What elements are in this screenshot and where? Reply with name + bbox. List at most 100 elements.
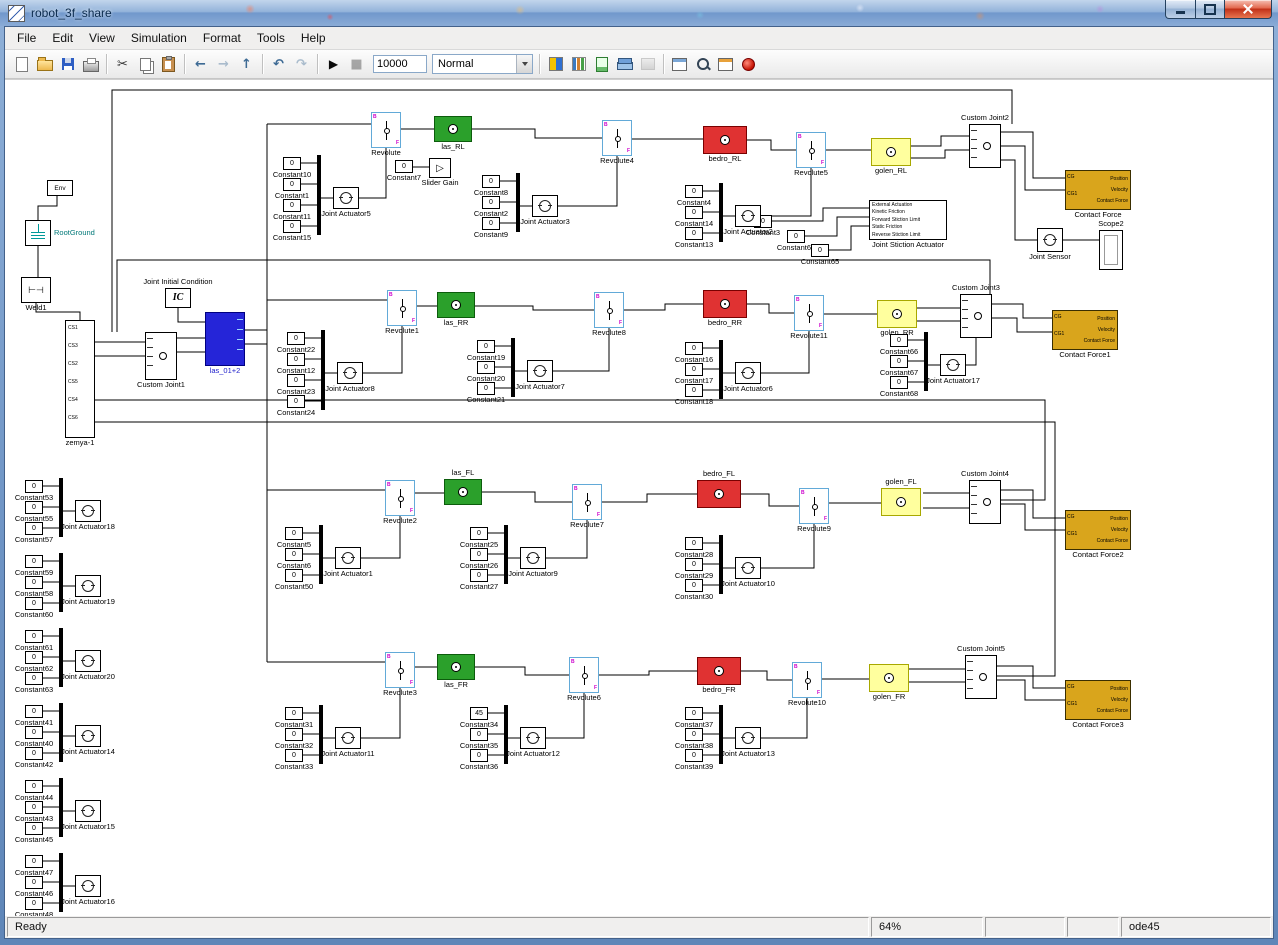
signal-wire[interactable] <box>178 308 205 322</box>
signal-wire[interactable] <box>966 338 976 365</box>
block-constant17[interactable]: 0 <box>685 363 703 376</box>
block-joint-actuator17[interactable] <box>940 354 966 376</box>
block-constant20[interactable]: 0 <box>477 361 495 374</box>
menu-edit[interactable]: Edit <box>44 29 81 47</box>
signal-wire[interactable] <box>761 698 807 738</box>
signal-wire[interactable] <box>761 524 814 568</box>
block-joint-actuator5[interactable] <box>333 187 359 209</box>
paste-button[interactable] <box>158 53 179 75</box>
block-joint-stiction-actuator[interactable]: External ActuationKinetic FrictionForwar… <box>869 200 947 240</box>
signal-wire[interactable] <box>558 156 617 206</box>
menu-simulation[interactable]: Simulation <box>123 29 195 47</box>
block-mux[interactable] <box>59 703 63 762</box>
block-mux[interactable] <box>719 183 723 242</box>
block-constant30[interactable]: 0 <box>685 579 703 592</box>
block-constant43[interactable]: 0 <box>25 801 43 814</box>
signal-wire[interactable] <box>747 140 796 150</box>
block-mux[interactable] <box>511 338 515 397</box>
block-constant42[interactable]: 0 <box>25 747 43 760</box>
block-constant48[interactable]: 0 <box>25 897 43 910</box>
block-revolute4[interactable]: BF <box>602 120 632 156</box>
block-constant59[interactable]: 0 <box>25 555 43 568</box>
block-constant46[interactable]: 0 <box>25 876 43 889</box>
block-mux[interactable] <box>319 705 323 764</box>
block-constant36[interactable]: 0 <box>470 749 488 762</box>
signal-wire[interactable] <box>361 688 400 738</box>
block-joint-actuator9[interactable] <box>520 547 546 569</box>
block-constant7[interactable]: 0 <box>395 160 413 173</box>
signal-wire[interactable] <box>992 304 1052 318</box>
block-joint-sensor[interactable] <box>1037 228 1063 252</box>
block-las-rl[interactable] <box>434 116 472 142</box>
block-joint-actuator3[interactable] <box>532 195 558 217</box>
nav-up-button[interactable]: ↑ <box>236 53 257 75</box>
block-revolute6[interactable]: BF <box>569 657 599 693</box>
model-canvas[interactable]: EnvRootGroundWeld1CS1CS3CS2CS5CS4CS6zemy… <box>5 79 1273 916</box>
signal-wire[interactable] <box>482 492 572 502</box>
block-las-01-2[interactable] <box>205 312 245 366</box>
block-revolute5[interactable]: BF <box>796 132 826 168</box>
block-joint-actuator11[interactable] <box>335 727 361 749</box>
nav-back-button[interactable]: ← <box>190 53 211 75</box>
library-browser-button[interactable] <box>614 53 635 75</box>
debug-button[interactable] <box>738 53 759 75</box>
block-revolute2[interactable]: BF <box>385 480 415 516</box>
block-constant39[interactable]: 0 <box>685 749 703 762</box>
block-constant62[interactable]: 0 <box>25 651 43 664</box>
signal-wire[interactable] <box>997 680 1065 700</box>
print-button[interactable] <box>80 53 101 75</box>
block-constant4[interactable]: 0 <box>685 185 703 198</box>
block-constant35[interactable]: 0 <box>470 728 488 741</box>
signal-wire[interactable] <box>624 304 703 310</box>
block-mux[interactable] <box>59 778 63 837</box>
undo-button[interactable]: ↶ <box>268 53 289 75</box>
block-constant27[interactable]: 0 <box>470 569 488 582</box>
block-joint-actuator19[interactable] <box>75 575 101 597</box>
block-revolute10[interactable]: BF <box>792 662 822 698</box>
menu-file[interactable]: File <box>9 29 44 47</box>
sim-mode-select[interactable]: Normal <box>432 54 533 74</box>
block-custom-joint2[interactable] <box>969 124 1001 168</box>
block-scope2[interactable] <box>1099 230 1123 270</box>
block-constant5[interactable]: 0 <box>285 527 303 540</box>
cut-button[interactable]: ✂ <box>112 53 133 75</box>
block-constant34[interactable]: 45 <box>470 707 488 720</box>
coverage-button[interactable] <box>591 53 612 75</box>
block-constant12[interactable]: 0 <box>287 353 305 366</box>
block-constant19[interactable]: 0 <box>477 340 495 353</box>
titlebar[interactable]: robot_3f_share <box>0 0 1278 26</box>
block-constant14[interactable]: 0 <box>685 206 703 219</box>
signal-wire[interactable] <box>553 328 609 371</box>
signal-wire[interactable] <box>95 400 1045 500</box>
block-golen-rr[interactable] <box>877 300 917 328</box>
block-constant6[interactable]: 0 <box>285 548 303 561</box>
block-rootground[interactable] <box>25 220 51 246</box>
signal-wire[interactable] <box>911 136 969 146</box>
block-bedro-fr[interactable] <box>697 657 741 685</box>
block-constant50[interactable]: 0 <box>285 569 303 582</box>
start-simulation-button[interactable]: ▶ <box>323 53 344 75</box>
block-custom-joint4[interactable] <box>969 480 1001 524</box>
block-constant61[interactable]: 0 <box>25 630 43 643</box>
maximize-button[interactable] <box>1196 0 1225 19</box>
new-model-button[interactable] <box>11 53 32 75</box>
block-contact-force[interactable]: CGCG1PositionVelocityContact Force <box>1065 170 1131 210</box>
block-mux[interactable] <box>319 525 323 584</box>
block-env[interactable]: Env <box>47 180 73 196</box>
menu-tools[interactable]: Tools <box>249 29 293 47</box>
block-constant21[interactable]: 0 <box>477 382 495 395</box>
open-model-button[interactable] <box>34 53 55 75</box>
signal-wire[interactable] <box>741 494 799 506</box>
block-constant66[interactable]: 0 <box>890 334 908 347</box>
block-constant45[interactable]: 0 <box>25 822 43 835</box>
block-golen-rl[interactable] <box>871 138 911 166</box>
block-constant11[interactable]: 0 <box>283 199 301 212</box>
block-constant23[interactable]: 0 <box>287 374 305 387</box>
signal-wire[interactable] <box>472 129 602 138</box>
block-joint-actuator2[interactable] <box>735 205 761 227</box>
block-joint-actuator16[interactable] <box>75 875 101 897</box>
block-joint-initial-condition[interactable]: IC <box>165 288 191 308</box>
block-constant55[interactable]: 0 <box>25 501 43 514</box>
block-custom-joint5[interactable] <box>965 655 997 699</box>
block-contact-force2[interactable]: CGCG1PositionVelocityContact Force <box>1065 510 1131 550</box>
